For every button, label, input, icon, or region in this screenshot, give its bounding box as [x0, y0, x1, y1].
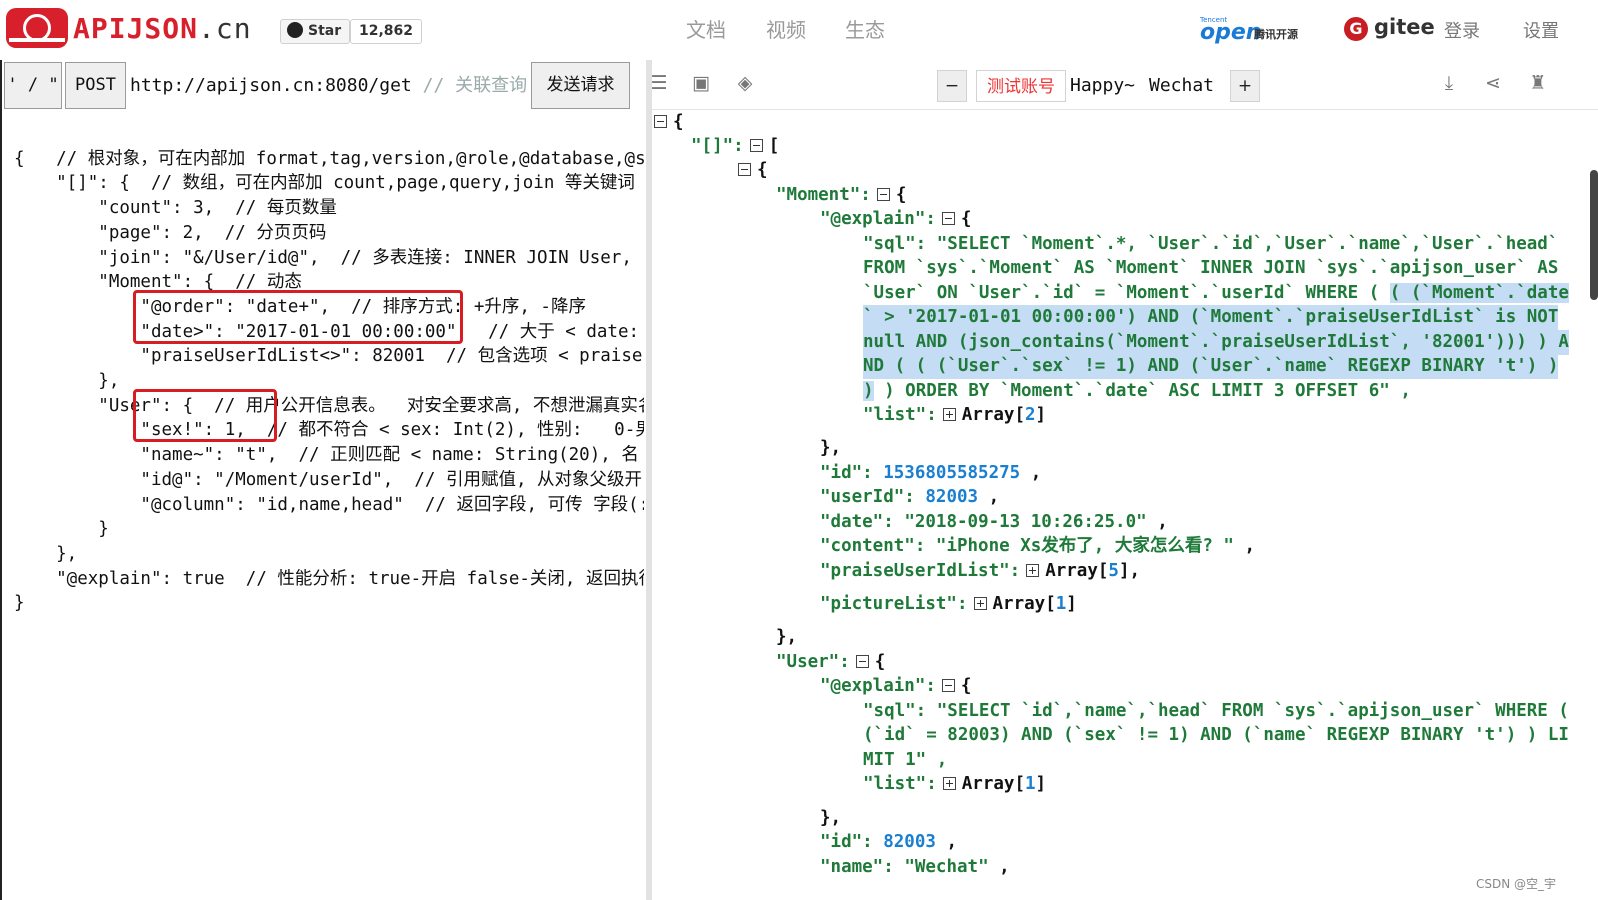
- gitee-icon: G: [1344, 17, 1368, 41]
- add-account-button[interactable]: +: [1230, 70, 1260, 102]
- tencent-open-logo[interactable]: Tencent open 腾讯开源: [1200, 16, 1310, 45]
- json-line: "id": 1536805585275 ,: [820, 463, 1042, 483]
- brand-title[interactable]: APIJSON.cn: [73, 12, 252, 45]
- code-line: },: [14, 543, 78, 564]
- code-line: "join": "&/User/id@", // 多表连接: INNER JOI…: [14, 247, 644, 268]
- login-link[interactable]: 登录: [1444, 17, 1480, 43]
- selected-text[interactable]: ND ( ( (`User`.`sex` != 1) AND (`User`.`…: [863, 354, 1559, 379]
- code-line: "User": { // 用户公开信息表。 对安全要求高, 不想泄漏真实名: [14, 395, 644, 416]
- response-panel: ☰ ▣ ◈ − 测试账号 Happy~ Wechat + ⤓ ⋖ ♜ { "[]…: [650, 60, 1598, 900]
- code-line: }: [14, 593, 25, 614]
- collapse-icon[interactable]: [749, 139, 763, 152]
- apijson-logo-icon[interactable]: [6, 8, 68, 48]
- code-line: "praiseUserIdList<>": 82001 // 包含选项 < pr…: [14, 346, 643, 367]
- request-bar: ' / " POST http://apijson.cn:8080/get //…: [2, 60, 646, 110]
- collapse-icon[interactable]: [941, 679, 955, 692]
- response-toolbar: ☰ ▣ ◈ − 测试账号 Happy~ Wechat + ⤓ ⋖ ♜: [650, 60, 1598, 110]
- json-line: (`id` = 82003) AND (`sex` != 1) AND (`na…: [863, 725, 1569, 745]
- json-line: "@explain":{: [820, 209, 972, 229]
- account-wechat[interactable]: Wechat: [1149, 70, 1214, 102]
- json-line: "id": 82003 ,: [820, 832, 958, 852]
- selected-text[interactable]: ( (`Moment`.`date: [1389, 283, 1569, 303]
- json-line: "list": Array[2]: [863, 405, 1047, 425]
- json-line: },: [820, 808, 842, 828]
- highlight-box-moment-conditions: [133, 290, 463, 344]
- account-happy[interactable]: Happy~: [1070, 70, 1135, 102]
- list-icon[interactable]: ☰: [648, 72, 670, 94]
- download-icon[interactable]: ⤓: [1438, 72, 1460, 94]
- json-line: {: [732, 158, 768, 183]
- collapse-icon[interactable]: [876, 188, 890, 201]
- json-line: "Moment":{: [776, 185, 907, 205]
- json-line: "pictureList": Array[1]: [820, 594, 1077, 614]
- request-panel: ' / " POST http://apijson.cn:8080/get //…: [0, 60, 646, 900]
- code-line: "count": 3, // 每页数量: [14, 198, 337, 219]
- url-input[interactable]: http://apijson.cn:8080/get // 关联查询: [130, 62, 540, 109]
- json-line: "@explain":{: [820, 676, 972, 696]
- test-account-label[interactable]: 测试账号: [976, 70, 1066, 102]
- json-line: "[]":[: [691, 136, 780, 156]
- shirt-icon[interactable]: ♜: [1527, 72, 1549, 94]
- selected-text[interactable]: ): [863, 381, 874, 401]
- code-line: "@explain": true // 性能分析: true-开启 false-…: [14, 568, 644, 589]
- code-line: "[]": { // 数组，可在内部加 count,page,query,joi…: [14, 173, 635, 194]
- json-line: "praiseUserIdList": Array[5],: [820, 561, 1141, 581]
- code-line: "@column": "id,name,head" // 返回字段, 可传 字段…: [14, 494, 644, 515]
- settings-link[interactable]: 设置: [1523, 17, 1559, 43]
- github-icon: [287, 22, 303, 38]
- response-scrollbar[interactable]: [1590, 170, 1598, 300]
- method-button[interactable]: POST: [65, 62, 126, 109]
- nav-ecosystem[interactable]: 生态: [845, 14, 885, 43]
- json-line: },: [820, 438, 842, 458]
- code-line: "page": 2, // 分页页码: [14, 222, 327, 243]
- send-request-button[interactable]: 发送请求: [531, 62, 630, 109]
- code-line: "id@": "/Moment/userId", // 引用赋值, 从对象父级开: [14, 469, 643, 490]
- code-line: "sex!": 1, // 都不符合 < sex: Int(2), 性别: 0-…: [14, 420, 644, 441]
- collapse-icon[interactable]: [738, 163, 751, 176]
- quote-toggle-button[interactable]: ' / ": [4, 62, 62, 109]
- expand-icon[interactable]: [973, 597, 987, 610]
- share-icon[interactable]: ⋖: [1482, 72, 1504, 94]
- layers-icon[interactable]: ◈: [734, 72, 756, 94]
- selected-text[interactable]: ` > '2017-01-01 00:00:00') AND (`Moment`…: [863, 305, 1559, 330]
- code-line: "name~": "t", // 正则匹配 < name: String(20)…: [14, 445, 639, 466]
- collapse-icon[interactable]: [941, 212, 955, 225]
- json-line: `User` ON `User`.`id` = `Moment`.`userId…: [863, 283, 1569, 303]
- json-line: MIT 1" ,: [863, 750, 948, 770]
- json-line: "sql": "SELECT `id`,`name`,`head` FROM `…: [863, 701, 1569, 721]
- json-line: ) ) ORDER BY `Moment`.`date` ASC LIMIT 3…: [863, 381, 1411, 401]
- code-line: { // 根对象，可在内部加 format,tag,version,@role,…: [14, 148, 644, 169]
- request-json-editor[interactable]: { // 根对象，可在内部加 format,tag,version,@role,…: [14, 122, 644, 882]
- github-star-button[interactable]: Star: [280, 19, 351, 44]
- json-line: "User":{: [776, 652, 886, 672]
- json-line: "content": "iPhone Xs发布了, 大家怎么看? " ,: [820, 536, 1256, 556]
- watermark: CSDN @空_宇: [1475, 877, 1556, 891]
- collapse-icon[interactable]: [654, 115, 667, 128]
- code-line: }: [14, 519, 109, 540]
- star-count-badge[interactable]: 12,862: [350, 19, 423, 44]
- expand-icon[interactable]: [942, 408, 956, 421]
- expand-icon[interactable]: [1026, 564, 1040, 577]
- nav-videos[interactable]: 视频: [766, 14, 806, 43]
- save-icon[interactable]: ▣: [690, 72, 712, 94]
- json-line: "userId": 82003 ,: [820, 487, 1000, 507]
- json-line: "sql": "SELECT `Moment`.*, `User`.`id`,`…: [863, 234, 1559, 254]
- collapse-icon[interactable]: [855, 655, 869, 668]
- response-json-viewer: { "[]":[ { "Moment":{ "@explain":{ "sql"…: [652, 112, 1592, 892]
- json-line: },: [776, 627, 798, 647]
- top-bar: APIJSON.cn Star 12,862 文档 视频 生态 Tencent …: [0, 0, 1598, 60]
- json-line: "name": "Wechat" ,: [820, 857, 1010, 877]
- selected-text[interactable]: null AND (json_contains(`Moment`.`praise…: [863, 330, 1569, 355]
- code-line: },: [14, 371, 120, 392]
- nav-docs[interactable]: 文档: [686, 14, 726, 43]
- highlight-box-user-conditions: [133, 389, 277, 442]
- json-line: FROM `sys`.`Moment` AS `Moment` INNER JO…: [863, 258, 1559, 278]
- json-line: {: [652, 112, 684, 135]
- remove-account-button[interactable]: −: [937, 70, 967, 102]
- expand-icon[interactable]: [942, 777, 956, 790]
- json-line: "list": Array[1]: [863, 774, 1047, 794]
- json-line: "date": "2018-09-13 10:26:25.0" ,: [820, 512, 1168, 532]
